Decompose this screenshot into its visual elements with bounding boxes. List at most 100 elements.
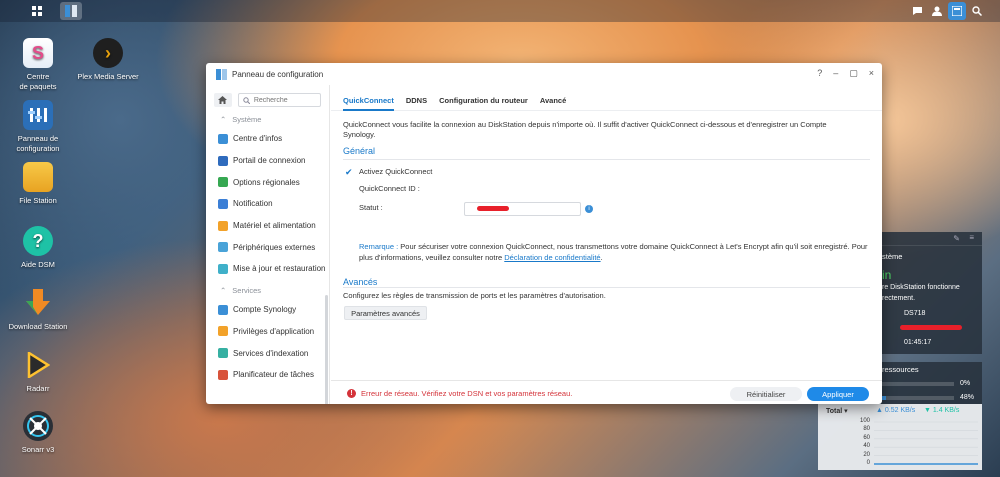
section-system[interactable]: ⌃ Système: [206, 111, 329, 128]
sidebar-item-icon: [218, 304, 228, 315]
enable-row: ✔ Activez QuickConnect: [331, 163, 882, 180]
enable-quickconnect-checkbox[interactable]: ✔: [345, 167, 353, 178]
sidebar-scrollbar[interactable]: [325, 295, 328, 404]
sidebar-item-label: Options régionales: [233, 177, 300, 187]
sidebar-item[interactable]: Privilèges d'application: [206, 321, 329, 343]
sidebar-item-icon: [218, 326, 228, 337]
desktop-icon-dsm-help[interactable]: ? Aide DSM: [0, 226, 78, 270]
desktop-icon-control-panel[interactable]: Panneau de configuration: [0, 100, 78, 154]
redaction-mark: [477, 206, 509, 211]
help-icon: ?: [23, 226, 53, 256]
sidebar-item-icon: [218, 369, 228, 380]
y-tick-label: 100: [859, 418, 870, 424]
desktop-icon-download-station[interactable]: Download Station: [0, 288, 78, 332]
user-icon[interactable]: [928, 2, 946, 20]
redaction-mark: [900, 325, 962, 330]
taskbar: [0, 0, 1000, 22]
section-services[interactable]: ⌃ Services: [206, 282, 329, 299]
sidebar-item[interactable]: Centre d'infos: [206, 128, 329, 150]
reset-button[interactable]: Réinitialiser: [730, 387, 802, 401]
privacy-link[interactable]: Déclaration de confidentialité: [504, 253, 600, 262]
sidebar-item-icon: [218, 348, 228, 359]
maximize-button[interactable]: ▢: [849, 68, 858, 79]
window-titlebar[interactable]: Panneau de configuration: [206, 63, 882, 85]
sidebar-item[interactable]: Périphériques externes: [206, 236, 329, 258]
sidebar-item[interactable]: Planificateur de tâches: [206, 364, 329, 386]
widget-title: ressources: [882, 365, 919, 374]
desktop-icon-plex[interactable]: › Plex Media Server: [68, 38, 148, 82]
sidebar-item-label: Matériel et alimentation: [233, 221, 316, 231]
tab-advanced[interactable]: Avancé: [540, 96, 566, 111]
minimize-button[interactable]: –: [833, 68, 838, 79]
footer: ! Erreur de réseau. Vérifiez votre DSN e…: [331, 380, 882, 404]
desktop-icon-radarr[interactable]: Radarr: [0, 350, 78, 394]
download-value: 1.4 KB/s: [932, 407, 960, 414]
remark-end: .: [600, 252, 603, 262]
network-chart: [874, 421, 978, 465]
info-icon[interactable]: i: [585, 205, 593, 213]
widget-title: stème: [882, 252, 903, 261]
y-tick-label: 20: [863, 451, 870, 458]
chat-icon[interactable]: [908, 2, 926, 20]
remark-body: Pour sécuriser votre connexion QuickConn…: [359, 242, 868, 262]
general-title: Général: [343, 146, 376, 156]
sidebar-item[interactable]: Services d'indexation: [206, 342, 329, 364]
sidebar-item-icon: [218, 133, 228, 144]
control-panel-window: Panneau de configuration ? – ▢ × ⌃ Systè…: [206, 63, 882, 404]
sidebar-item-icon: [218, 177, 228, 188]
status-label: Statut :: [359, 203, 383, 212]
error-message: ! Erreur de réseau. Vérifiez votre DSN e…: [347, 389, 572, 398]
apply-button[interactable]: Appliquer: [807, 387, 869, 401]
search-box[interactable]: [237, 93, 321, 107]
widgets-icon[interactable]: [948, 2, 966, 20]
widget-menu-icon[interactable]: ≡: [969, 233, 974, 242]
sidebar-item[interactable]: Mise à jour et restauration: [206, 258, 329, 280]
pin-icon[interactable]: ✎: [953, 234, 960, 243]
network-select[interactable]: Total ▾: [826, 407, 848, 415]
sidebar-item[interactable]: Compte Synology: [206, 299, 329, 321]
sidebar-item[interactable]: Matériel et alimentation: [206, 215, 329, 237]
taskbar-control-panel-button[interactable]: [60, 2, 82, 20]
sidebar-item-label: Notification: [233, 199, 273, 209]
error-icon: !: [347, 389, 356, 398]
home-button[interactable]: [214, 93, 232, 107]
model-value: DS718: [904, 310, 926, 317]
close-button[interactable]: ×: [869, 68, 874, 79]
health-line-2: rectement.: [882, 295, 916, 302]
y-tick-label: 40: [863, 443, 870, 450]
tab-quickconnect[interactable]: QuickConnect: [343, 96, 394, 111]
help-button[interactable]: ?: [817, 68, 822, 79]
sidebar-item-icon: [218, 198, 228, 209]
search-icon[interactable]: [968, 2, 986, 20]
sidebar-item[interactable]: Notification: [206, 193, 329, 215]
advanced-title: Avancés: [343, 277, 378, 287]
upload-rate: ▲ 0.52 KB/s: [876, 407, 916, 414]
network-panel: Total ▾ ▲ 0.52 KB/s ▼ 1.4 KB/s 100 80 60 40…: [818, 404, 982, 470]
desktop-icon-package-center[interactable]: S Centre de paquets: [0, 38, 78, 92]
desktop-icon-label: Download Station: [8, 322, 68, 331]
section-label: Système: [232, 115, 262, 124]
search-icon: [243, 96, 250, 104]
system-health-widget: ✎ ≡ stème in re DiskStation fonctionne r…: [876, 232, 982, 354]
tab-router-config[interactable]: Configuration du routeur: [439, 96, 528, 111]
sidebar-item-label: Mise à jour et restauration: [233, 264, 326, 274]
main-menu-button[interactable]: [26, 2, 48, 20]
radarr-icon: [23, 350, 53, 380]
package-center-icon: S: [23, 38, 53, 68]
advanced-settings-button[interactable]: Paramètres avancés: [344, 306, 427, 320]
sidebar-item[interactable]: Portail de connexion: [206, 150, 329, 172]
health-line-1: re DiskStation fonctionne: [882, 284, 960, 291]
y-tick-label: 80: [863, 426, 870, 433]
sidebar-item-label: Compte Synology: [233, 305, 297, 315]
desktop-icon-file-station[interactable]: File Station: [0, 162, 78, 206]
y-tick-label: 0: [866, 460, 870, 466]
sidebar-item[interactable]: Options régionales: [206, 171, 329, 193]
desktop-icon-sonarr[interactable]: Sonarr v3: [0, 411, 78, 455]
download-arrow-icon: [23, 288, 53, 318]
upload-value: 0.52 KB/s: [884, 407, 916, 414]
remark-text: Remarque : Pour sécuriser votre connexio…: [359, 242, 879, 263]
qc-id-label: QuickConnect ID :: [359, 184, 420, 193]
tab-ddns[interactable]: DDNS: [406, 96, 427, 111]
search-input[interactable]: [253, 96, 314, 104]
sidebar-item-icon: [218, 263, 228, 274]
